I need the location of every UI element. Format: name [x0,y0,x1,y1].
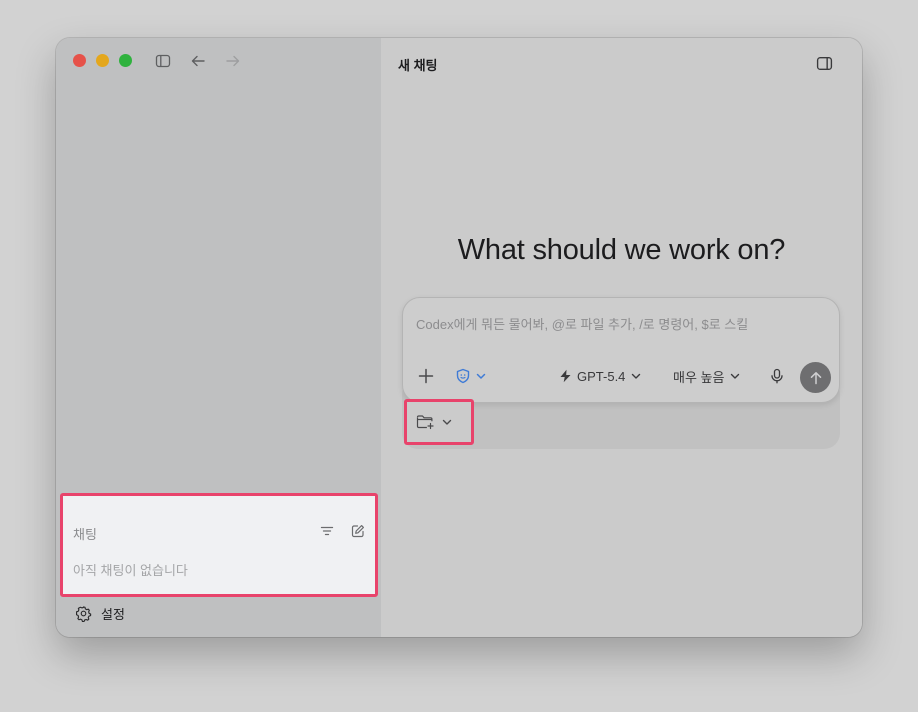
forward-arrow-icon[interactable] [224,52,242,70]
reasoning-selector[interactable]: 매우 높음 [673,366,741,386]
chats-section: 채팅 아직 채팅이 없습니다 [60,493,378,597]
gear-icon [75,605,92,622]
microphone-icon [769,368,785,384]
permissions-dropdown[interactable] [455,366,487,386]
microphone-button[interactable] [769,366,785,386]
chats-empty-text: 아직 채팅이 없습니다 [73,563,188,578]
sidebar-toggle-icon[interactable] [154,52,172,70]
settings-button[interactable]: 설정 [75,604,125,623]
model-label: GPT-5.4 [577,368,626,384]
close-window-button[interactable] [73,54,86,67]
back-arrow-icon[interactable] [189,52,207,70]
chats-title: 채팅 [73,527,97,542]
zoom-window-button[interactable] [119,54,132,67]
chevron-down-icon [630,370,642,382]
settings-label: 설정 [101,607,125,622]
chevron-down-icon [475,370,487,382]
hero-heading: What should we work on? [457,234,786,266]
app-window: 채팅 아직 채팅이 없습니다 설정 새 채팅 What should we wo… [56,38,862,637]
lightning-icon [559,369,572,383]
add-attachment-button[interactable] [417,366,435,386]
chevron-down-icon [441,416,453,428]
panel-toggle-icon[interactable] [815,54,833,72]
chevron-down-icon [729,370,741,382]
model-selector[interactable]: GPT-5.4 [559,366,642,386]
sidebar: 채팅 아직 채팅이 없습니다 설정 [56,38,381,637]
page-title: 새 채팅 [398,58,438,73]
reasoning-label: 매우 높음 [673,369,725,385]
prompt-input[interactable]: Codex에게 뭐든 물어봐, @로 파일 추가, /로 명령어, $로 스킬 [416,314,748,333]
composer: Codex에게 뭐든 물어봐, @로 파일 추가, /로 명령어, $로 스킬 [402,297,840,403]
arrow-up-icon [809,371,823,385]
compose-icon[interactable] [350,523,366,539]
plus-icon [417,367,435,385]
add-project-folder-button[interactable] [404,399,474,445]
folder-plus-icon [416,414,435,430]
minimize-window-button[interactable] [96,54,109,67]
send-button[interactable] [800,362,831,393]
shield-icon [455,368,471,384]
filter-icon[interactable] [319,523,335,539]
main-pane: 새 채팅 What should we work on? Codex에게 뭐든 … [381,38,862,637]
